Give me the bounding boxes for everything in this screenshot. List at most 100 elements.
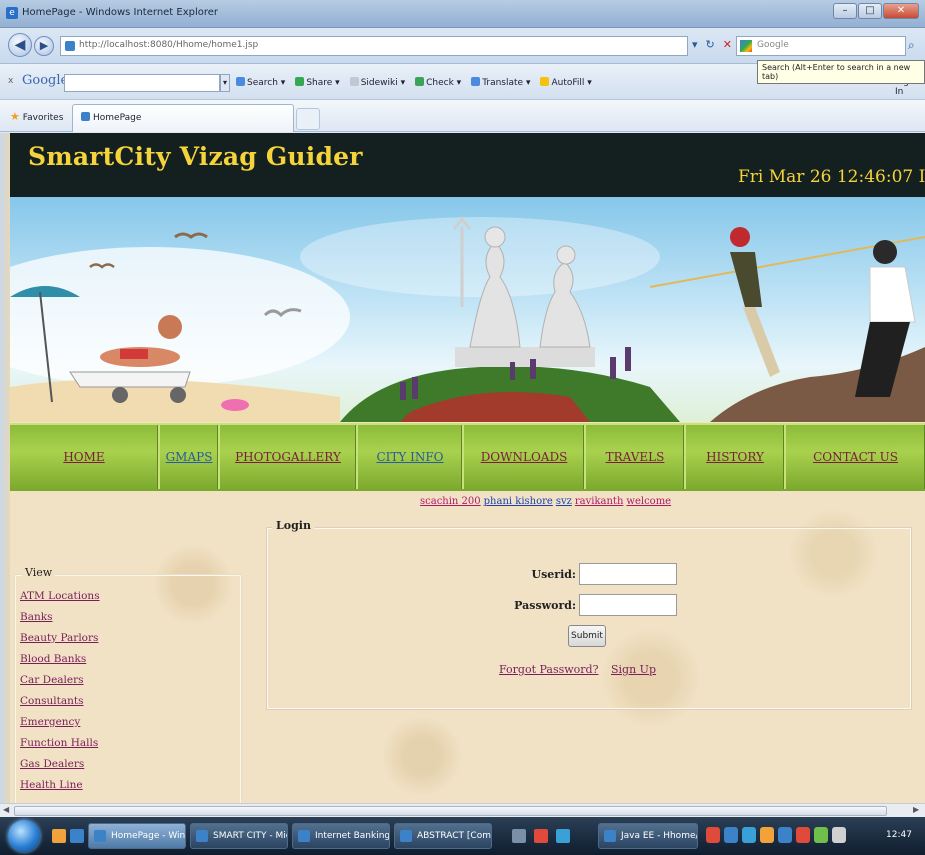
quicklaunch-icon[interactable] — [52, 829, 66, 843]
ie-icon — [94, 830, 106, 842]
address-bar-row: ◀ ▶ http://localhost:8080/Hhome/home1.js… — [0, 28, 925, 64]
nav-photogallery[interactable]: PHOTOGALLERY — [220, 425, 358, 489]
task-java-ee[interactable]: Java EE - Hhome/M... — [598, 823, 698, 849]
ie-icon — [298, 830, 310, 842]
tray-icon[interactable] — [796, 827, 810, 843]
category-link-atm-locations[interactable]: ATM Locations — [20, 586, 100, 607]
google-icon — [740, 40, 752, 52]
nav-contact-us[interactable]: CONTACT US — [786, 425, 925, 489]
task-internet-banking[interactable]: Internet Banking (C... — [292, 823, 390, 849]
tray-icon[interactable] — [778, 827, 792, 843]
user-link[interactable]: scachin 200 — [420, 496, 481, 507]
submit-button[interactable]: Submit — [568, 625, 606, 647]
share-icon — [295, 77, 305, 86]
autofill-icon — [540, 77, 550, 86]
user-links: scachin 200 phani kishore svz ravikanth welc… — [420, 496, 674, 507]
nav-history[interactable]: HISTORY — [686, 425, 786, 489]
favorites-bar: ★ Favorites HomePage — [0, 100, 925, 132]
toolbar-dropdown-icon[interactable]: ▾ — [220, 74, 230, 92]
search-input[interactable]: Google — [736, 36, 906, 56]
category-link-consultants[interactable]: Consultants — [20, 691, 100, 712]
stop-icon[interactable]: ✕ — [723, 38, 732, 51]
google-toolbar-input[interactable] — [64, 74, 220, 92]
toolbar-close-icon[interactable]: x — [8, 76, 13, 86]
page-left-edge — [0, 133, 10, 803]
star-icon: ★ — [10, 110, 20, 123]
nav-downloads[interactable]: DOWNLOADS — [464, 425, 586, 489]
forgot-password-link[interactable]: Forgot Password? — [499, 663, 598, 676]
toolbar-search-button[interactable]: Search ▾ — [236, 77, 285, 88]
scroll-left-icon[interactable]: ◀ — [3, 805, 9, 814]
check-icon — [415, 77, 425, 86]
toolbar-autofill-button[interactable]: AutoFill ▾ — [540, 77, 592, 88]
tray-icon[interactable] — [706, 827, 720, 843]
toolbar-share-button[interactable]: Share ▾ — [295, 77, 340, 88]
site-header: SmartCity Vizag Guider Fri Mar 26 12:46:… — [10, 133, 925, 197]
taskbar-clock[interactable]: 12:47 — [886, 830, 912, 840]
category-link-gas-dealers[interactable]: Gas Dealers — [20, 754, 100, 775]
back-button[interactable]: ◀ — [8, 33, 32, 57]
banner-image — [10, 197, 925, 422]
category-link-car-dealers[interactable]: Car Dealers — [20, 670, 100, 691]
task-smart-city[interactable]: SMART CITY - Micro... — [190, 823, 288, 849]
password-input[interactable] — [579, 594, 677, 616]
category-link-health-line[interactable]: Health Line — [20, 775, 100, 796]
userid-input[interactable] — [579, 563, 677, 585]
minimize-button[interactable]: – — [833, 3, 857, 19]
search-tooltip: Search (Alt+Enter to search in a new tab… — [757, 60, 925, 84]
quicklaunch-icon[interactable] — [70, 829, 84, 843]
dropdown-arrow-icon[interactable]: ▾ — [692, 38, 698, 51]
tray-icon[interactable] — [814, 827, 828, 843]
tray-icon[interactable] — [742, 827, 756, 843]
system-tray — [706, 827, 846, 843]
taskbar-app-icon[interactable] — [512, 829, 526, 843]
category-link-beauty-parlors[interactable]: Beauty Parlors — [20, 628, 100, 649]
main-navigation: HOME GMAPS PHOTOGALLERY CITY INFO DOWNLO… — [10, 423, 925, 491]
nav-gmaps[interactable]: GMAPS — [160, 425, 220, 489]
toolbar-translate-button[interactable]: Translate ▾ — [471, 77, 530, 88]
nav-home[interactable]: HOME — [10, 425, 160, 489]
login-fieldset — [266, 527, 912, 710]
refresh-icon[interactable]: ↻ — [706, 38, 715, 51]
password-label: Password: — [514, 599, 576, 612]
new-tab-button[interactable] — [296, 108, 320, 130]
category-link-function-halls[interactable]: Function Halls — [20, 733, 100, 754]
page-icon — [65, 41, 75, 51]
address-input[interactable]: http://localhost:8080/Hhome/home1.jsp — [60, 36, 688, 56]
favorites-button[interactable]: ★ Favorites — [10, 110, 63, 123]
scrollbar-thumb[interactable] — [14, 806, 887, 816]
welcome-link[interactable]: welcome — [626, 496, 671, 507]
windows-taskbar: HomePage - Windo... SMART CITY - Micro..… — [0, 817, 925, 855]
scroll-right-icon[interactable]: ▶ — [913, 805, 919, 814]
user-link[interactable]: ravikanth — [575, 496, 624, 507]
user-link[interactable]: svz — [556, 496, 572, 507]
taskbar-app-icon[interactable] — [534, 829, 548, 843]
category-link-banks[interactable]: Banks — [20, 607, 100, 628]
close-button[interactable]: ✕ — [883, 3, 919, 19]
view-legend: View — [22, 566, 56, 579]
toolbar-check-button[interactable]: Check ▾ — [415, 77, 461, 88]
category-link-emergency[interactable]: Emergency — [20, 712, 100, 733]
nav-city-info[interactable]: CITY INFO — [358, 425, 464, 489]
sign-up-link[interactable]: Sign Up — [611, 663, 656, 676]
search-icon[interactable]: ⌕ — [908, 38, 915, 53]
horizontal-scrollbar[interactable]: ◀ ▶ — [0, 803, 925, 817]
taskbar-app-icon[interactable] — [556, 829, 570, 843]
search-placeholder: Google — [757, 40, 789, 50]
toolbar-sidewiki-button[interactable]: Sidewiki ▾ — [349, 77, 405, 88]
user-link[interactable]: phani kishore — [484, 496, 553, 507]
window-controls: – □ ✕ — [833, 3, 919, 19]
forward-button[interactable]: ▶ — [34, 36, 54, 56]
tray-icon[interactable] — [724, 827, 738, 843]
login-legend: Login — [272, 519, 315, 532]
category-link-blood-banks[interactable]: Blood Banks — [20, 649, 100, 670]
nav-travels[interactable]: TRAVELS — [586, 425, 686, 489]
tab-homepage[interactable]: HomePage — [72, 104, 294, 132]
maximize-button[interactable]: □ — [858, 3, 882, 19]
task-abstract[interactable]: ABSTRACT [Compa... — [394, 823, 492, 849]
volume-icon[interactable] — [832, 827, 846, 843]
word-icon — [400, 830, 412, 842]
tray-icon[interactable] — [760, 827, 774, 843]
start-button[interactable] — [8, 820, 40, 852]
task-homepage[interactable]: HomePage - Windo... — [88, 823, 186, 849]
